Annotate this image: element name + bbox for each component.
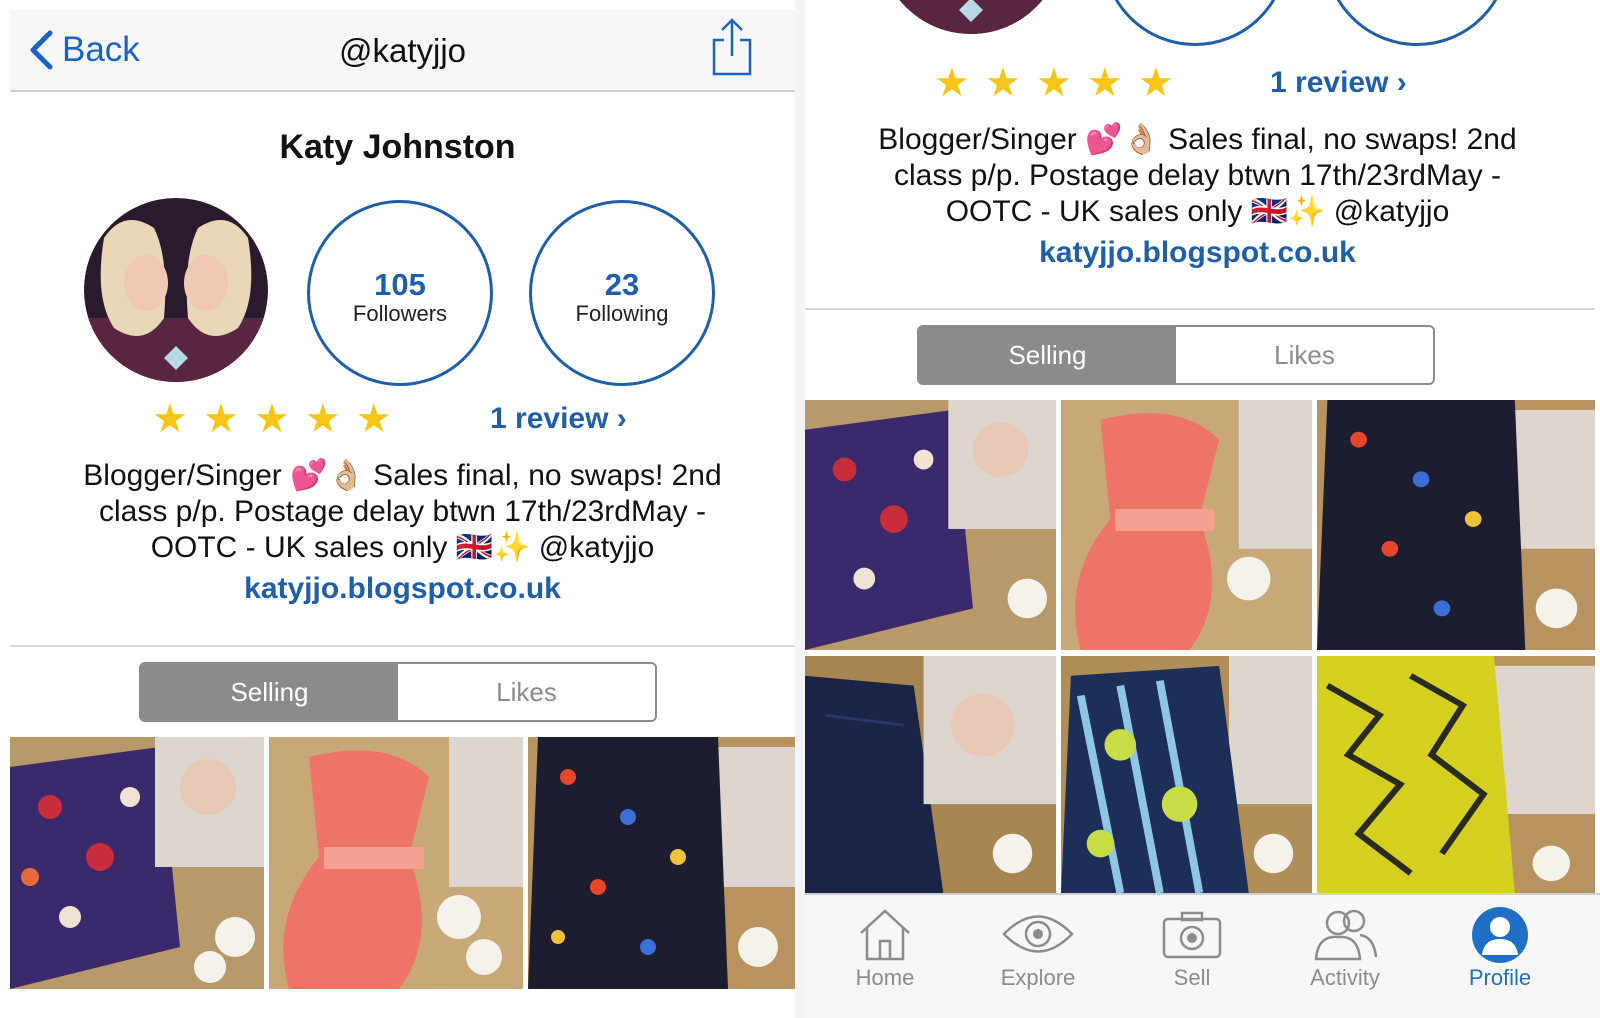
nav-title: @katyjjo <box>338 32 467 69</box>
followers-count: 105 <box>374 267 426 302</box>
avatar-image <box>84 198 268 382</box>
avatar[interactable] <box>84 198 268 382</box>
tab-label: Sell <box>1173 965 1211 990</box>
segmented-control: Selling Likes <box>139 662 657 722</box>
listing-thumbnail[interactable] <box>1317 400 1595 650</box>
segment-selling[interactable]: Selling <box>919 327 1176 383</box>
bio-line: OOTC - UK sales only 🇬🇧✨ @katyjjo <box>150 531 655 564</box>
listing-thumbnail[interactable] <box>805 400 1056 650</box>
bio-line: OOTC - UK sales only 🇬🇧✨ @katyjjo <box>945 195 1450 228</box>
bio-line: class p/p. Postage delay btwn 17th/23rdM… <box>893 159 1501 192</box>
bio-line: Blogger/Singer 💕👌🏼 Sales final, no swaps… <box>83 459 722 492</box>
followers-button[interactable] <box>1102 0 1288 46</box>
rating-stars: ★ ★ ★ ★ ★ <box>152 397 394 441</box>
tab-bar: Home Explore Sell Activity Profile <box>805 893 1600 1018</box>
following-button[interactable]: 23 Following <box>529 200 715 386</box>
camera-icon <box>1162 911 1222 959</box>
navigation-bar: Back @katyjjo <box>10 10 795 92</box>
website-link[interactable]: katyjjo.blogspot.co.uk <box>10 572 795 606</box>
reviews-link[interactable]: 1 review › <box>490 402 627 436</box>
share-icon <box>712 18 752 76</box>
listing-thumbnail[interactable] <box>1317 656 1595 893</box>
profile-name: Katy Johnston <box>279 128 516 166</box>
tab-label: Home <box>855 965 915 990</box>
rating-stars: ★ ★ ★ ★ ★ <box>934 61 1176 105</box>
listing-thumbnail[interactable] <box>10 737 264 989</box>
tab-profile[interactable]: Profile <box>1425 895 1575 1005</box>
listing-thumbnail[interactable] <box>805 656 1056 893</box>
tab-explore[interactable]: Explore <box>963 895 1113 1005</box>
listing-thumbnail[interactable] <box>1061 656 1312 893</box>
tab-home[interactable]: Home <box>810 895 960 1005</box>
listing-thumbnail[interactable] <box>528 737 795 989</box>
divider <box>10 645 795 647</box>
followers-button[interactable]: 105 Followers <box>307 200 493 386</box>
followers-label: Followers <box>352 301 448 326</box>
following-count: 23 <box>604 267 640 302</box>
profile-bio: Blogger/Singer 💕👌🏼 Sales final, no swaps… <box>10 458 795 566</box>
profile-screen-top: Back @katyjjo Katy Johnston 105 Follower… <box>0 0 795 1018</box>
tab-label: Explore <box>1000 965 1076 990</box>
profile-screen-scrolled: ★ ★ ★ ★ ★ 1 review › Blogger/Singer 💕👌🏼 … <box>805 0 1600 1018</box>
bio-line: class p/p. Postage delay btwn 17th/23rdM… <box>98 495 706 528</box>
bio-line: Blogger/Singer 💕👌🏼 Sales final, no swaps… <box>878 123 1517 156</box>
avatar[interactable] <box>879 0 1063 34</box>
eye-icon <box>1002 915 1074 953</box>
share-button[interactable] <box>710 16 754 83</box>
reviews-link[interactable]: 1 review › <box>1270 66 1407 100</box>
listing-thumbnail[interactable] <box>1061 400 1312 650</box>
tab-sell[interactable]: Sell <box>1117 895 1267 1005</box>
profile-icon <box>1472 907 1528 963</box>
screenshot-separator <box>795 0 805 1018</box>
segment-likes[interactable]: Likes <box>398 664 655 720</box>
avatar-image <box>879 0 1063 34</box>
segment-likes[interactable]: Likes <box>1176 327 1433 383</box>
segment-selling[interactable]: Selling <box>141 664 398 720</box>
website-link[interactable]: katyjjo.blogspot.co.uk <box>805 236 1590 270</box>
home-icon <box>860 909 910 961</box>
tab-label: Activity <box>1310 965 1380 990</box>
tab-activity[interactable]: Activity <box>1270 895 1420 1005</box>
divider <box>805 308 1595 310</box>
following-label: Following <box>575 301 669 326</box>
listing-thumbnail[interactable] <box>269 737 523 989</box>
tab-label: Profile <box>1468 965 1532 990</box>
profile-bio: Blogger/Singer 💕👌🏼 Sales final, no swaps… <box>805 122 1590 230</box>
segmented-control: Selling Likes <box>917 325 1435 385</box>
people-icon <box>1314 909 1378 961</box>
following-button[interactable] <box>1324 0 1510 46</box>
